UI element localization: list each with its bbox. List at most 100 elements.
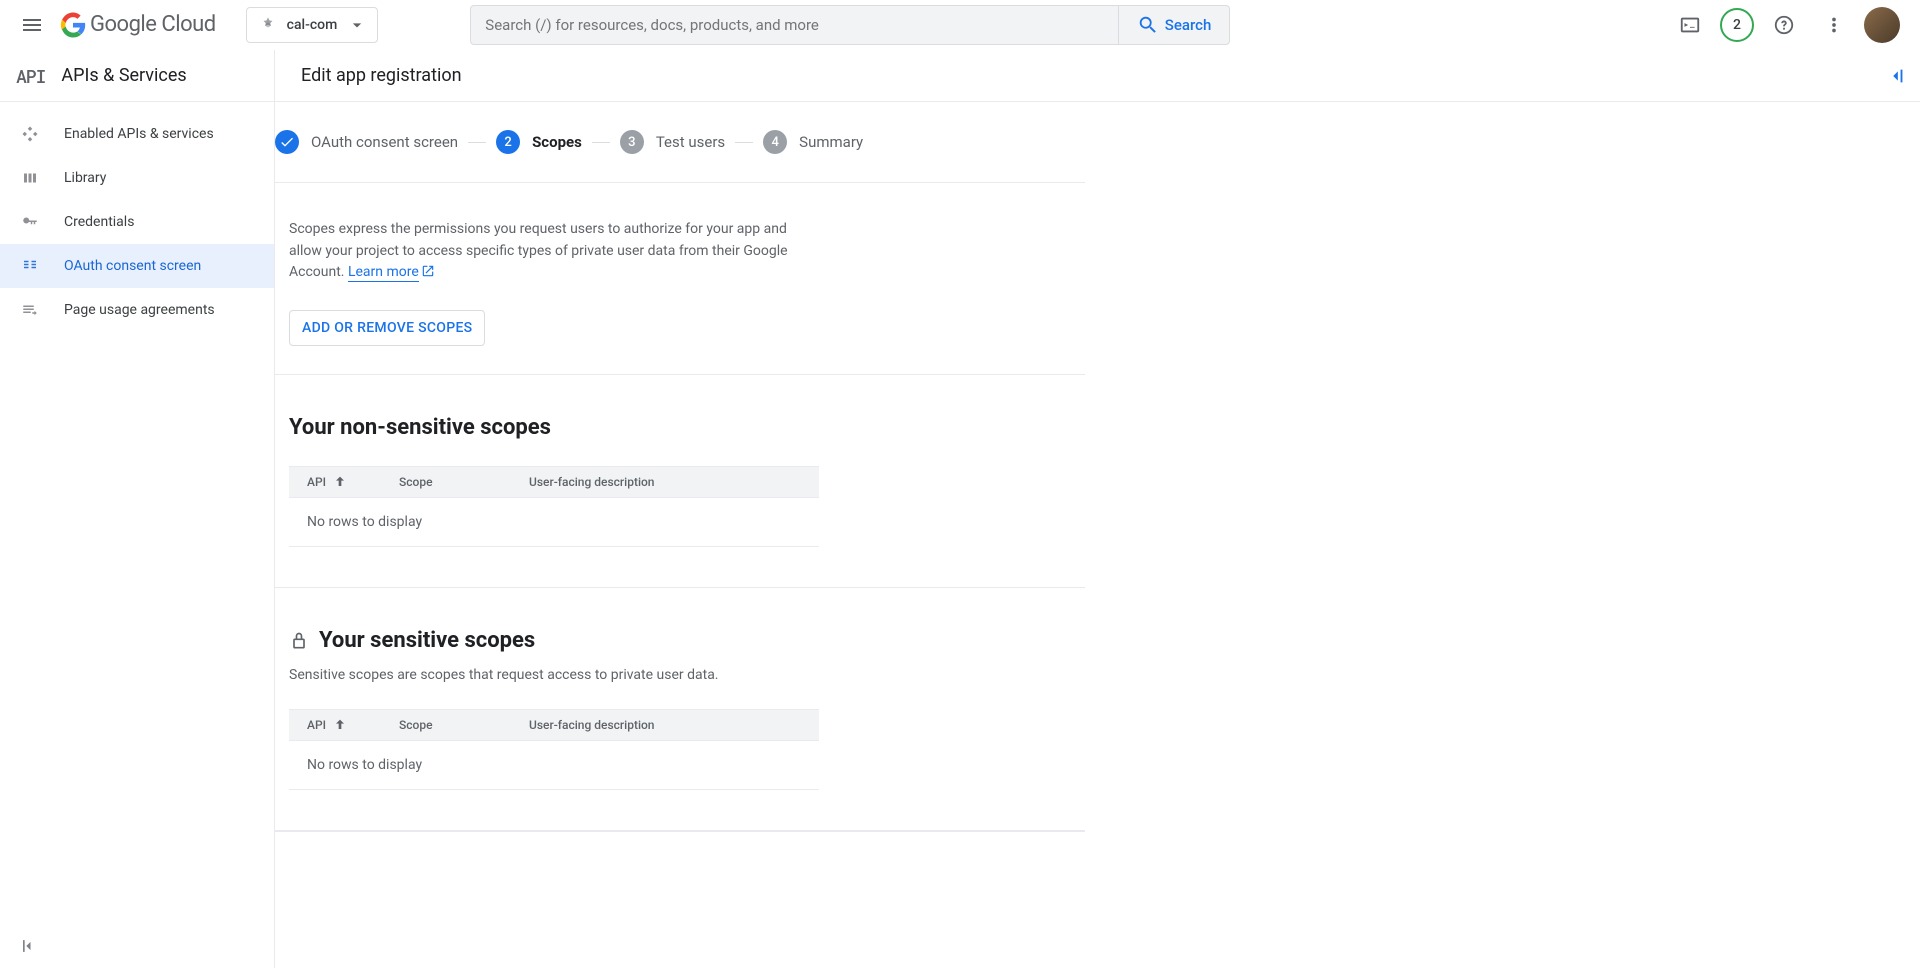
terminal-icon bbox=[1679, 14, 1701, 36]
lock-icon bbox=[289, 631, 309, 651]
add-remove-scopes-label: ADD OR REMOVE SCOPES bbox=[302, 320, 472, 336]
search-icon bbox=[1137, 14, 1159, 36]
chevron-left-icon bbox=[18, 936, 38, 956]
step-scopes[interactable]: 2 Scopes bbox=[496, 130, 582, 154]
col-scope-label: Scope bbox=[399, 475, 433, 489]
dropdown-icon bbox=[347, 15, 367, 35]
scopes-description: Scopes express the permissions you reque… bbox=[289, 219, 809, 284]
logo-text: Google Cloud bbox=[90, 12, 216, 37]
sidebar-item-credentials[interactable]: Credentials bbox=[0, 200, 274, 244]
col-api-header[interactable]: API bbox=[289, 474, 399, 490]
sensitive-heading: Your sensitive scopes bbox=[289, 628, 1085, 653]
free-trial-badge[interactable]: 2 bbox=[1720, 8, 1754, 42]
panel-open-icon bbox=[1885, 65, 1907, 87]
step-test-users[interactable]: 3 Test users bbox=[620, 130, 725, 154]
col-desc-label: User-facing description bbox=[529, 475, 654, 489]
more-options-button[interactable] bbox=[1814, 5, 1854, 45]
sidebar: Enabled APIs & services Library Credenti… bbox=[0, 102, 275, 968]
project-icon bbox=[259, 16, 277, 34]
credentials-icon bbox=[20, 212, 40, 232]
section-title: APIs & Services bbox=[61, 65, 186, 86]
step-number-badge: 4 bbox=[763, 130, 787, 154]
col-scope-label: Scope bbox=[399, 718, 433, 732]
step-done-icon bbox=[275, 130, 299, 154]
step-oauth-consent[interactable]: OAuth consent screen bbox=[275, 130, 458, 154]
col-scope-header[interactable]: Scope bbox=[399, 475, 529, 489]
table-empty-message: No rows to display bbox=[289, 498, 819, 547]
scopes-description-block: Scopes express the permissions you reque… bbox=[275, 183, 1085, 375]
add-remove-scopes-button[interactable]: ADD OR REMOVE SCOPES bbox=[289, 310, 485, 346]
project-name: cal-com bbox=[287, 17, 338, 33]
top-right-actions: 2 bbox=[1670, 5, 1912, 45]
enabled-apis-icon bbox=[20, 124, 40, 144]
step-label: Scopes bbox=[532, 133, 582, 151]
top-bar: Google Cloud cal-com Search 2 bbox=[0, 0, 1920, 50]
gcp-logo-icon bbox=[60, 12, 86, 38]
section-header-row: API APIs & Services Edit app registratio… bbox=[0, 50, 1920, 102]
library-icon bbox=[20, 168, 40, 188]
step-summary[interactable]: 4 Summary bbox=[763, 130, 863, 154]
table-header: API Scope User-facing description bbox=[289, 466, 819, 498]
show-info-panel-button[interactable] bbox=[1872, 50, 1920, 101]
sensitive-table: API Scope User-facing description No row… bbox=[289, 709, 819, 790]
search-button-label: Search bbox=[1165, 16, 1212, 34]
col-description-header[interactable]: User-facing description bbox=[529, 475, 819, 489]
step-label: OAuth consent screen bbox=[311, 133, 458, 151]
sidebar-item-label: OAuth consent screen bbox=[64, 258, 201, 274]
learn-more-link[interactable]: Learn more bbox=[348, 264, 419, 282]
step-separator bbox=[468, 142, 486, 143]
sidebar-item-label: Library bbox=[64, 170, 106, 186]
account-avatar[interactable] bbox=[1864, 7, 1900, 43]
project-switcher[interactable]: cal-com bbox=[246, 7, 379, 43]
step-label: Summary bbox=[799, 133, 863, 151]
search-button[interactable]: Search bbox=[1118, 6, 1230, 44]
sidebar-collapse-button[interactable] bbox=[18, 936, 38, 956]
agreements-icon bbox=[20, 300, 40, 320]
col-api-label: API bbox=[307, 718, 326, 732]
col-scope-header[interactable]: Scope bbox=[399, 718, 529, 732]
step-number-badge: 3 bbox=[620, 130, 644, 154]
sidebar-item-oauth-consent[interactable]: OAuth consent screen bbox=[0, 244, 274, 288]
main-content[interactable]: OAuth consent screen 2 Scopes 3 Test use… bbox=[275, 102, 1920, 968]
sensitive-subtext: Sensitive scopes are scopes that request… bbox=[289, 667, 1085, 683]
google-cloud-logo[interactable]: Google Cloud bbox=[60, 12, 216, 38]
sidebar-item-label: Credentials bbox=[64, 214, 134, 230]
check-icon bbox=[279, 134, 295, 150]
api-badge: API bbox=[16, 64, 45, 88]
table-empty-message: No rows to display bbox=[289, 741, 819, 790]
search-input-wrapper bbox=[471, 6, 1117, 44]
non-sensitive-table: API Scope User-facing description No row… bbox=[289, 466, 819, 547]
step-separator bbox=[735, 142, 753, 143]
step-number-badge: 2 bbox=[496, 130, 520, 154]
trial-count: 2 bbox=[1733, 17, 1741, 33]
menu-icon bbox=[20, 13, 44, 37]
sensitive-scopes-section: Your sensitive scopes Sensitive scopes a… bbox=[275, 588, 1085, 831]
col-description-header[interactable]: User-facing description bbox=[529, 718, 819, 732]
sidebar-item-label: Enabled APIs & services bbox=[64, 126, 214, 142]
help-button[interactable] bbox=[1764, 5, 1804, 45]
section-right: Edit app registration bbox=[275, 50, 1872, 101]
col-desc-label: User-facing description bbox=[529, 718, 654, 732]
non-sensitive-heading: Your non-sensitive scopes bbox=[289, 415, 1085, 440]
section-left: API APIs & Services bbox=[0, 50, 275, 101]
more-vert-icon bbox=[1823, 14, 1845, 36]
hamburger-menu-button[interactable] bbox=[8, 1, 56, 49]
table-header: API Scope User-facing description bbox=[289, 709, 819, 741]
sidebar-item-agreements[interactable]: Page usage agreements bbox=[0, 288, 274, 332]
step-separator bbox=[592, 142, 610, 143]
step-label: Test users bbox=[656, 133, 725, 151]
col-api-label: API bbox=[307, 475, 326, 489]
search-input[interactable] bbox=[485, 16, 1103, 34]
stepper: OAuth consent screen 2 Scopes 3 Test use… bbox=[275, 102, 1085, 183]
body-wrap: Enabled APIs & services Library Credenti… bbox=[0, 102, 1920, 968]
external-link-icon bbox=[421, 264, 435, 278]
sort-up-icon bbox=[332, 474, 348, 490]
sort-up-icon bbox=[332, 717, 348, 733]
non-sensitive-scopes-section: Your non-sensitive scopes API Scope User… bbox=[275, 375, 1085, 588]
sidebar-item-library[interactable]: Library bbox=[0, 156, 274, 200]
page-title: Edit app registration bbox=[301, 65, 462, 86]
cloud-shell-button[interactable] bbox=[1670, 5, 1710, 45]
col-api-header[interactable]: API bbox=[289, 717, 399, 733]
oauth-icon bbox=[20, 256, 40, 276]
sidebar-item-enabled-apis[interactable]: Enabled APIs & services bbox=[0, 112, 274, 156]
